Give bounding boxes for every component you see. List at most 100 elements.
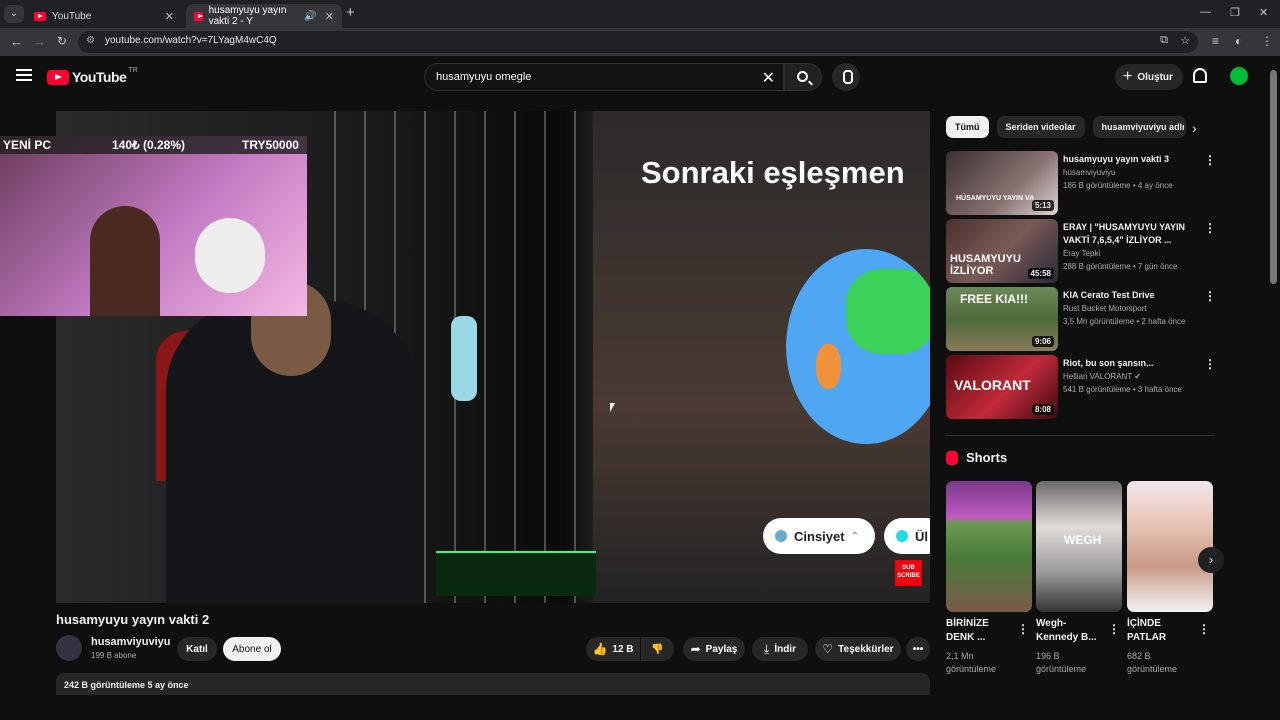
clear-search-icon[interactable]: ✕ bbox=[762, 68, 775, 88]
recommendation-item[interactable]: FREE KIA!!! 9:06 KIA Cerato Test Drive R… bbox=[946, 287, 1216, 351]
rec-meta: 288 B görüntüleme • 7 gün önce bbox=[1063, 262, 1178, 271]
like-button[interactable]: 👍 12 B bbox=[586, 637, 640, 661]
webcam-person bbox=[90, 206, 160, 316]
cast-icon[interactable]: ⧉ bbox=[1160, 34, 1168, 47]
rec-title[interactable]: ERAY | "HUSAMYUYU YAYIN VAKTİ 7,6,5,4" İ… bbox=[1063, 221, 1193, 247]
address-bar[interactable]: ⚙ youtube.com/watch?v=7LYagM4wC4Q ⧉ ☆ bbox=[78, 31, 1198, 53]
duration-badge: 9:06 bbox=[1031, 336, 1054, 347]
logo-text: YouTube bbox=[72, 69, 127, 85]
download-button[interactable]: ⤓ İndir bbox=[752, 637, 808, 661]
rec-title[interactable]: Riot, bu son şansın... bbox=[1063, 357, 1193, 370]
description-box[interactable]: 242 B görüntüleme 5 ay önce bbox=[56, 673, 930, 695]
url-text[interactable]: youtube.com/watch?v=7LYagM4wC4Q bbox=[105, 35, 277, 46]
rec-title[interactable]: KIA Cerato Test Drive bbox=[1063, 289, 1193, 302]
thanks-button[interactable]: ♡ Teşekkürler bbox=[815, 637, 901, 661]
reading-list-icon[interactable]: ≡ bbox=[1212, 34, 1219, 48]
create-button[interactable]: + Oluştur bbox=[1115, 64, 1183, 90]
notifications-bell-icon[interactable] bbox=[1193, 68, 1207, 83]
video-thumbnail[interactable]: VALORANT 8:08 bbox=[946, 355, 1058, 419]
search-box[interactable]: husamyuyu omegle ✕ bbox=[424, 63, 784, 91]
site-info-icon[interactable]: ⚙ bbox=[86, 35, 100, 49]
browser-tab-video[interactable]: husamyuyu yayın vakti 2 - Y 🔊 ✕ bbox=[186, 4, 342, 28]
section-divider bbox=[946, 435, 1214, 436]
rec-meta: 541 B görüntüleme • 3 hafta önce bbox=[1063, 385, 1182, 394]
close-tab-icon[interactable]: ✕ bbox=[325, 10, 334, 23]
more-options-icon[interactable]: ⋮ bbox=[1204, 357, 1216, 371]
rec-title[interactable]: husamyuyu yayın vakti 3 bbox=[1063, 153, 1193, 166]
profile-icon[interactable]: ◐ bbox=[1235, 34, 1242, 48]
video-thumbnail[interactable]: HUSAMYUYU İZLİYOR 45:58 bbox=[946, 219, 1058, 283]
join-button[interactable]: Katıl bbox=[177, 637, 217, 661]
dislike-button[interactable]: 👎 bbox=[641, 637, 674, 661]
subscribe-button[interactable]: Abone ol bbox=[223, 637, 281, 661]
short-title[interactable]: İÇİNDE PATLAR bbox=[1127, 617, 1199, 645]
short-thumbnail[interactable]: WEGH bbox=[1036, 481, 1122, 612]
more-options-icon[interactable]: ⋮ bbox=[1204, 289, 1216, 303]
browser-toolbar: ← → ↻ ⚙ youtube.com/watch?v=7LYagM4wC4Q … bbox=[0, 28, 1280, 56]
country-code: TR bbox=[128, 66, 138, 74]
thumbs-down-icon: 👎 bbox=[651, 643, 664, 655]
reload-icon[interactable]: ↻ bbox=[57, 34, 67, 48]
bookmark-star-icon[interactable]: ☆ bbox=[1180, 34, 1190, 47]
browser-tab-youtube[interactable]: YouTube ✕ bbox=[26, 4, 182, 28]
shorts-next-icon[interactable]: › bbox=[1198, 547, 1224, 573]
streamer-figure bbox=[166, 281, 416, 603]
chevron-right-icon[interactable]: › bbox=[1192, 120, 1197, 136]
close-tab-icon[interactable]: ✕ bbox=[165, 10, 174, 23]
chip-all[interactable]: Tümü bbox=[946, 116, 989, 138]
more-options-icon[interactable]: ⋮ bbox=[1198, 622, 1210, 636]
browser-menu-icon[interactable]: ⋮ bbox=[1261, 34, 1273, 48]
youtube-logo[interactable]: YouTube TR bbox=[47, 66, 138, 85]
thumbnail-text: HÜSAMYUYU YAYIN VA bbox=[956, 195, 1035, 202]
minimize-icon[interactable]: — bbox=[1200, 6, 1211, 18]
search-input[interactable]: husamyuyu omegle bbox=[436, 71, 531, 83]
country-icon bbox=[896, 530, 908, 542]
rec-channel[interactable]: husamviyuviyu bbox=[1063, 168, 1115, 177]
more-options-icon[interactable]: ⋮ bbox=[1204, 221, 1216, 235]
channel-avatar[interactable] bbox=[56, 635, 82, 661]
more-options-icon[interactable]: ⋮ bbox=[1108, 622, 1120, 636]
short-thumbnail[interactable] bbox=[1127, 481, 1213, 612]
page-scrollbar[interactable] bbox=[1270, 70, 1277, 284]
mouse-cursor-icon bbox=[610, 403, 615, 412]
recommendation-item[interactable]: HÜSAMYUYU YAYIN VA 5:13 husamyuyu yayın … bbox=[946, 151, 1216, 215]
chip-channel[interactable]: husamviyuviyu adlı ya bbox=[1092, 116, 1186, 138]
close-window-icon[interactable]: ✕ bbox=[1259, 6, 1268, 19]
forward-icon[interactable]: → bbox=[33, 34, 46, 49]
thanks-label: Teşekkürler bbox=[838, 643, 894, 655]
video-thumbnail[interactable]: FREE KIA!!! 9:06 bbox=[946, 287, 1058, 351]
thumbnail-text: WEGH bbox=[1064, 533, 1102, 547]
download-label: İndir bbox=[774, 643, 796, 655]
recommendation-item[interactable]: HUSAMYUYU İZLİYOR 45:58 ERAY | "HUSAMYUY… bbox=[946, 219, 1216, 283]
audio-playing-icon[interactable]: 🔊 bbox=[304, 11, 316, 22]
short-title[interactable]: Wegh-Kennedy B... bbox=[1036, 617, 1108, 645]
country-filter-pill: Ül bbox=[884, 518, 930, 554]
gender-label: Cinsiyet bbox=[794, 528, 845, 544]
more-actions-icon[interactable]: ••• bbox=[906, 637, 930, 661]
more-options-icon[interactable]: ⋮ bbox=[1017, 622, 1029, 636]
donation-goal-label: YENİ PC bbox=[3, 138, 52, 152]
subscriber-count: 199 B abone bbox=[91, 651, 137, 660]
share-button[interactable]: ➦ Paylaş bbox=[683, 637, 745, 661]
more-options-icon[interactable]: ⋮ bbox=[1204, 153, 1216, 167]
chip-series[interactable]: Seriden videolar bbox=[996, 116, 1085, 138]
tab-search-dropdown-icon[interactable]: ⌄ bbox=[4, 5, 24, 23]
short-thumbnail[interactable] bbox=[946, 481, 1032, 612]
video-thumbnail[interactable]: HÜSAMYUYU YAYIN VA 5:13 bbox=[946, 151, 1058, 215]
new-tab-icon[interactable]: + bbox=[346, 4, 355, 21]
menu-icon[interactable] bbox=[16, 69, 32, 81]
voice-search-button[interactable] bbox=[832, 63, 860, 91]
verified-icon: ✔ bbox=[1134, 372, 1141, 381]
rec-channel[interactable]: Rust Bucket Motorsport bbox=[1063, 304, 1147, 313]
rec-channel[interactable]: Eray Tepki bbox=[1063, 249, 1100, 258]
channel-name[interactable]: husamviyuviyu bbox=[91, 636, 170, 648]
plus-icon: + bbox=[1123, 68, 1133, 85]
account-avatar[interactable] bbox=[1230, 67, 1248, 85]
views-date: 242 B görüntüleme 5 ay önce bbox=[64, 680, 189, 690]
restore-icon[interactable]: ❐ bbox=[1230, 6, 1240, 19]
search-button[interactable] bbox=[784, 63, 822, 91]
rec-channel[interactable]: Hellian VALORANT ✔ bbox=[1063, 372, 1141, 381]
back-icon[interactable]: ← bbox=[10, 34, 23, 49]
recommendation-item[interactable]: VALORANT 8:08 Riot, bu son şansın... Hel… bbox=[946, 355, 1216, 419]
short-title[interactable]: BİRİNİZE DENK ... bbox=[946, 617, 1018, 645]
